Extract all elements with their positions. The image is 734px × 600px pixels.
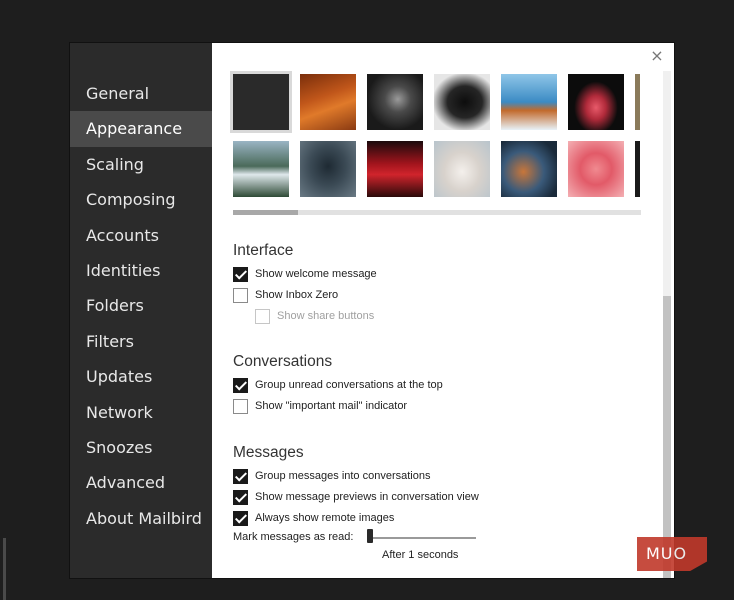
background-thumb-dragon-map[interactable] xyxy=(300,141,356,197)
option-group-unread[interactable]: Group unread conversations at the top xyxy=(233,376,443,394)
label-show-inbox-zero: Show Inbox Zero xyxy=(255,289,339,301)
gallery-scrollbar-thumb[interactable] xyxy=(233,210,298,215)
label-show-share: Show share buttons xyxy=(277,310,375,322)
checkbox-show-share[interactable] xyxy=(255,308,270,324)
checkbox-message-previews[interactable] xyxy=(233,489,248,505)
background-thumb-pink-flamingo[interactable] xyxy=(568,141,624,197)
background-thumb-white-kitten[interactable] xyxy=(434,141,490,197)
appearance-panel: × Interface Show welcome message Show In… xyxy=(212,43,674,578)
option-group-messages[interactable]: Group messages into conversations xyxy=(233,467,430,485)
checkbox-group-messages[interactable] xyxy=(233,468,248,484)
mark-read-slider-thumb[interactable] xyxy=(367,529,373,543)
background-thumb-black-dog[interactable] xyxy=(434,74,490,130)
background-gallery xyxy=(230,71,640,201)
close-icon[interactable]: × xyxy=(650,47,664,65)
background-thumb-cat-bokeh[interactable] xyxy=(501,141,557,197)
settings-sidebar: General Appearance Scaling Composing Acc… xyxy=(70,43,212,578)
option-important-mail[interactable]: Show "important mail" indicator xyxy=(233,397,407,415)
vertical-scrollbar[interactable] xyxy=(663,71,671,578)
sidebar-item-general[interactable]: General xyxy=(70,76,212,111)
sidebar-item-snoozes[interactable]: Snoozes xyxy=(70,430,212,465)
checkbox-group-unread[interactable] xyxy=(233,377,248,393)
sidebar-item-folders[interactable]: Folders xyxy=(70,288,212,323)
background-thumb-autumn-forest[interactable] xyxy=(300,74,356,130)
sidebar-item-identities[interactable]: Identities xyxy=(70,253,212,288)
sidebar-item-network[interactable]: Network xyxy=(70,395,212,430)
sidebar-item-appearance[interactable]: Appearance xyxy=(70,111,212,147)
option-remote-images[interactable]: Always show remote images xyxy=(233,509,394,527)
section-title-interface: Interface xyxy=(233,242,294,259)
section-title-messages: Messages xyxy=(233,444,304,461)
label-message-previews: Show message previews in conversation vi… xyxy=(255,491,479,503)
mark-read-label: Mark messages as read: xyxy=(233,531,354,543)
checkbox-show-welcome[interactable] xyxy=(233,266,248,282)
background-thumb-dog-on-beach[interactable] xyxy=(501,74,557,130)
background-thumb-solid-dark[interactable] xyxy=(230,71,292,133)
sidebar-item-accounts[interactable]: Accounts xyxy=(70,218,212,253)
background-thumb-red-interior[interactable] xyxy=(367,141,423,197)
label-group-unread: Group unread conversations at the top xyxy=(255,379,443,391)
sidebar-item-filters[interactable]: Filters xyxy=(70,324,212,359)
checkbox-remote-images[interactable] xyxy=(233,510,248,526)
mark-read-slider-track[interactable] xyxy=(368,537,476,539)
section-title-conversations: Conversations xyxy=(233,353,333,370)
background-thumb-partial[interactable] xyxy=(635,74,640,130)
background-thumb-astronaut[interactable] xyxy=(367,74,423,130)
mark-read-value: After 1 seconds xyxy=(382,549,459,561)
sidebar-item-composing[interactable]: Composing xyxy=(70,182,212,217)
checkbox-important-mail[interactable] xyxy=(233,398,248,414)
vertical-scrollbar-thumb[interactable] xyxy=(663,296,671,578)
settings-dialog: General Appearance Scaling Composing Acc… xyxy=(70,43,674,578)
background-thumb-flamingo-dark[interactable] xyxy=(568,74,624,130)
sidebar-item-advanced[interactable]: Advanced xyxy=(70,465,212,500)
label-show-welcome: Show welcome message xyxy=(255,268,377,280)
background-thumb-partial[interactable] xyxy=(635,141,640,197)
label-remote-images: Always show remote images xyxy=(255,512,395,524)
sidebar-item-scaling[interactable]: Scaling xyxy=(70,147,212,182)
muo-watermark-logo: MUO xyxy=(637,537,707,571)
label-important-mail: Show "important mail" indicator xyxy=(255,400,408,412)
sidebar-item-updates[interactable]: Updates xyxy=(70,359,212,394)
window-edge xyxy=(3,538,6,600)
option-show-welcome[interactable]: Show welcome message xyxy=(233,265,377,283)
option-show-share[interactable]: Show share buttons xyxy=(255,307,374,325)
option-message-previews[interactable]: Show message previews in conversation vi… xyxy=(233,488,479,506)
gallery-scrollbar[interactable] xyxy=(233,210,641,215)
option-show-inbox-zero[interactable]: Show Inbox Zero xyxy=(233,286,338,304)
sidebar-item-about[interactable]: About Mailbird xyxy=(70,501,212,536)
background-thumb-waterfall-bridge[interactable] xyxy=(233,141,289,197)
checkbox-show-inbox-zero[interactable] xyxy=(233,287,248,303)
label-group-messages: Group messages into conversations xyxy=(255,470,431,482)
